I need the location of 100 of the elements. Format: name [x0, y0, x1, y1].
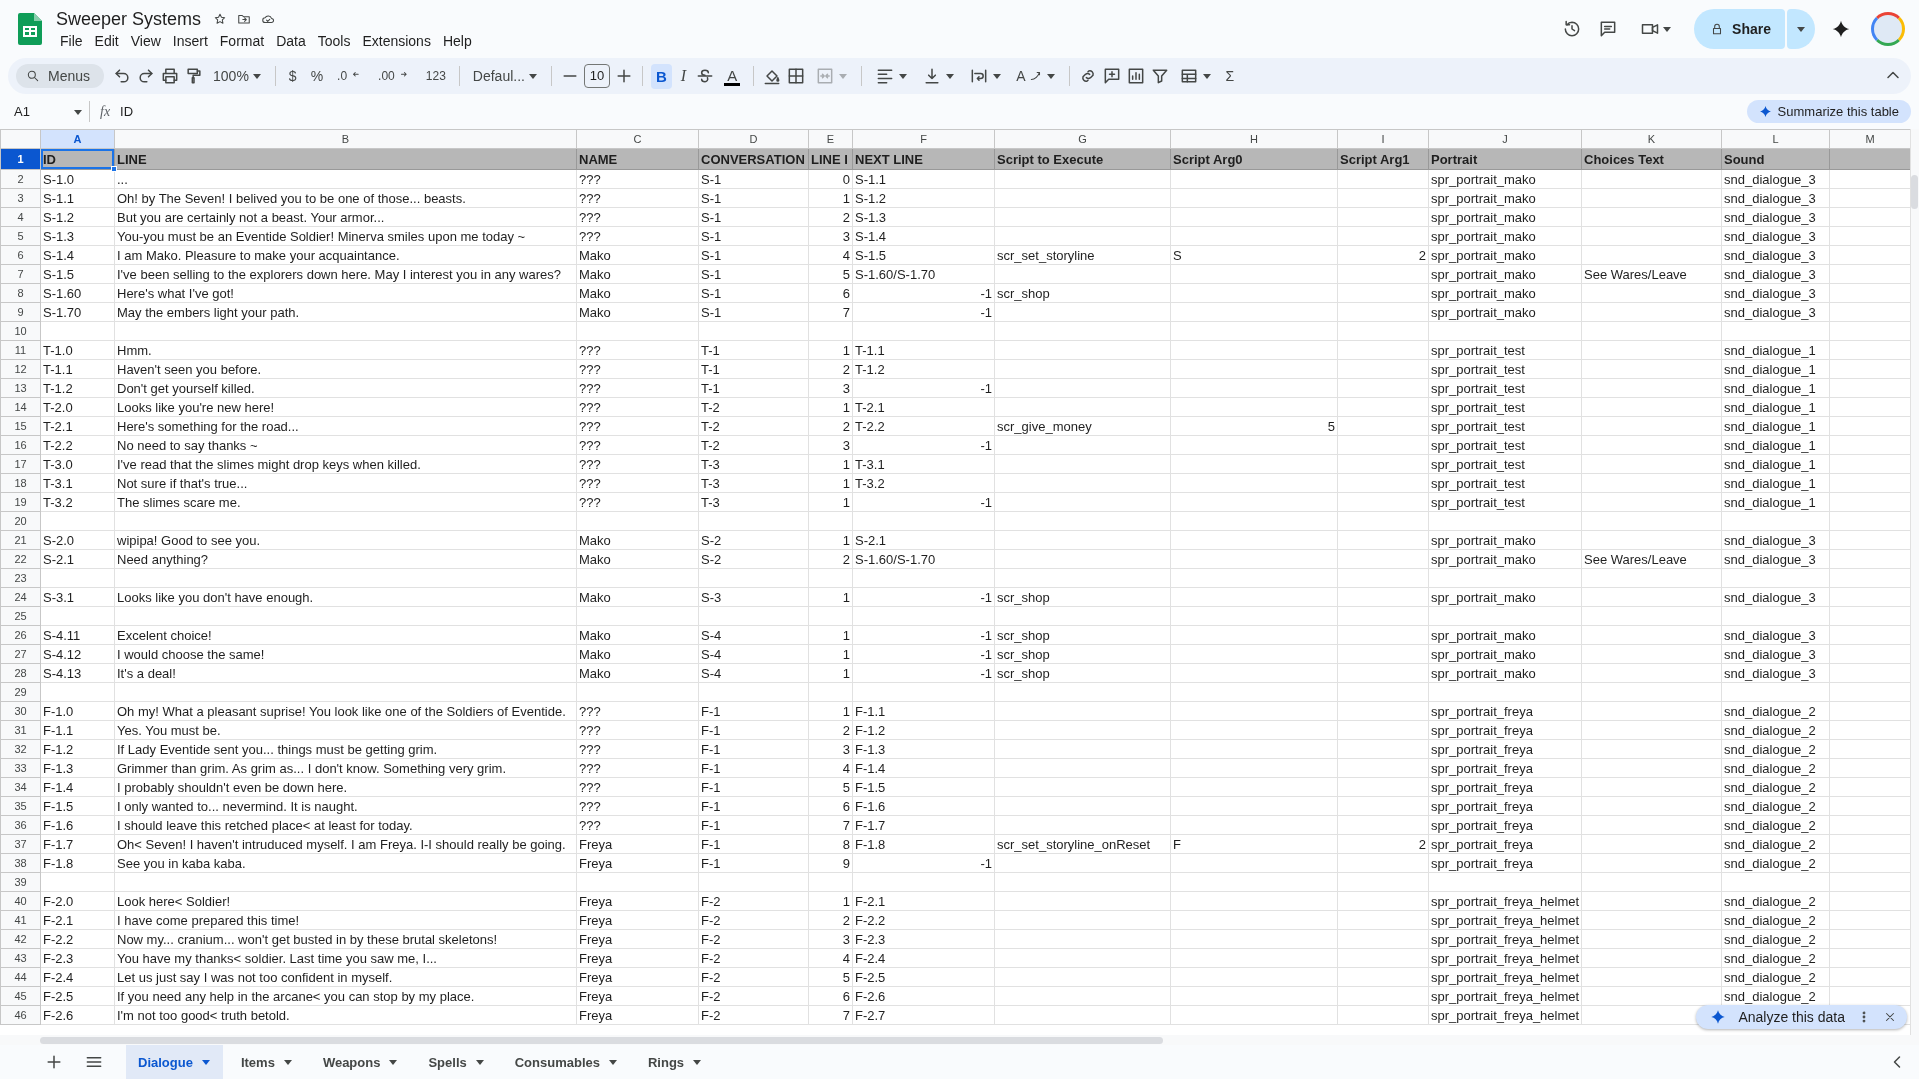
function-label: fx	[99, 103, 112, 120]
spreadsheet-logo[interactable]	[18, 13, 42, 45]
column-header[interactable]: A	[40, 129, 115, 149]
table-cell: Freya	[576, 910, 699, 930]
decrease-decimal-button[interactable]: .0	[332, 65, 370, 87]
menu-item[interactable]: Tools	[311, 31, 357, 50]
table-cell: T-2.1	[40, 416, 115, 436]
name-box[interactable]: A1	[8, 101, 90, 122]
percent-button[interactable]: %	[305, 64, 329, 88]
fill-handle[interactable]	[111, 166, 117, 172]
italic-button[interactable]: I	[675, 63, 692, 89]
scrollbar-thumb[interactable]	[40, 1036, 1163, 1044]
menu-item[interactable]: Help	[436, 31, 478, 50]
table-cell: ???	[576, 188, 699, 208]
table-cell: S-1.60	[40, 283, 115, 303]
table-cell: S-4	[698, 644, 809, 664]
table-cell: S-1	[698, 283, 809, 303]
scrollbar-thumb[interactable]	[1911, 175, 1918, 209]
star-icon[interactable]	[213, 12, 228, 26]
column-header[interactable]: G	[994, 129, 1171, 149]
sheet-tab[interactable]: Consumables	[502, 1045, 630, 1079]
menu-item[interactable]: File	[54, 31, 89, 50]
caret-icon	[474, 1057, 485, 1067]
column-header[interactable]: L	[1721, 129, 1830, 149]
table-cell: -1	[852, 587, 995, 607]
sheet-tab[interactable]: Rings	[636, 1045, 715, 1079]
analyze-data-button[interactable]: Analyze this data	[1696, 1005, 1907, 1029]
column-header[interactable]: J	[1428, 129, 1582, 149]
functions-button[interactable]: Σ	[1220, 64, 1240, 88]
table-cell: spr_portrait_mako	[1428, 207, 1582, 227]
table-cell: T-2	[698, 416, 809, 436]
table-cell: F-2.1	[40, 910, 115, 930]
formula-input[interactable]: ID	[120, 104, 1741, 119]
menu-item[interactable]: View	[124, 31, 167, 50]
table-cell: Mako	[576, 587, 699, 607]
sheet-tab[interactable]: Items	[228, 1045, 305, 1079]
zoom-dropdown[interactable]: 100%	[208, 64, 267, 88]
cloud-icon[interactable]	[261, 12, 276, 26]
caret-icon	[200, 1057, 211, 1067]
table-cell: S-1.4	[40, 245, 115, 265]
column-header[interactable]: K	[1581, 129, 1722, 149]
table-cell: Look here< Soldier!	[114, 891, 577, 911]
document-title[interactable]: Sweeper Systems	[54, 8, 204, 30]
table-cell: F-2.1	[852, 891, 995, 911]
avatar[interactable]	[1871, 12, 1905, 46]
table-cell: 5	[808, 967, 853, 987]
sparkle-icon	[1758, 105, 1772, 118]
column-header[interactable]: E	[808, 129, 853, 149]
bold-button[interactable]: B	[650, 63, 672, 89]
table-cell: scr_set_storyline	[994, 245, 1171, 265]
table-cell: spr_portrait_freya	[1428, 777, 1582, 797]
table-cell: F-1.7	[40, 834, 115, 854]
table-cell: scr_give_money	[994, 416, 1171, 436]
menu-item[interactable]: Format	[213, 31, 271, 50]
column-header[interactable]: I	[1337, 129, 1429, 149]
table-cell: 1	[808, 188, 853, 208]
menu-item[interactable]: Insert	[166, 31, 214, 50]
column-header[interactable]: M	[1829, 129, 1910, 149]
menu-item[interactable]: Data	[270, 31, 312, 50]
caret-icon	[1796, 24, 1806, 34]
table-cell: F-1	[698, 720, 809, 740]
search-menus-field[interactable]: Menus	[16, 64, 105, 88]
close-icon[interactable]	[1883, 1010, 1897, 1024]
currency-button[interactable]: $	[283, 64, 302, 88]
column-header[interactable]: C	[576, 129, 699, 149]
sheet-tab[interactable]: Dialogue	[126, 1045, 223, 1079]
table-cell: F-2.3	[852, 929, 995, 949]
table-cell: F-1	[698, 815, 809, 835]
table-cell: If Lady Eventide sent you... things must be getting grim.	[114, 739, 577, 759]
font-size-field[interactable]: 10	[583, 64, 610, 88]
menu-item[interactable]: Edit	[88, 31, 125, 50]
text-color-button[interactable]: A	[724, 66, 741, 86]
caret-icon	[898, 71, 909, 81]
column-header[interactable]: H	[1170, 129, 1338, 149]
column-header[interactable]: D	[698, 129, 809, 149]
table-cell: spr_portrait_mako	[1428, 530, 1582, 550]
table-cell: F-2.5	[852, 967, 995, 987]
column-header[interactable]: B	[114, 129, 577, 149]
font-dropdown[interactable]: Defaul...	[467, 64, 543, 88]
table-cell: T-3.1	[40, 473, 115, 493]
menu-item[interactable]: Extensions	[356, 31, 437, 50]
column-header[interactable]: F	[852, 129, 995, 149]
share-button[interactable]: Share	[1694, 9, 1785, 49]
table-cell: F-1	[698, 777, 809, 797]
table-cell: I should leave this retched place< at least for today.	[114, 815, 577, 835]
sheet-tab[interactable]: Spells	[416, 1045, 497, 1079]
rotate-dropdown[interactable]: A	[1011, 64, 1061, 88]
number-format-button[interactable]: 123	[420, 65, 451, 87]
sheet-tab[interactable]: Weapons	[310, 1045, 411, 1079]
table-cell: ???	[576, 701, 699, 721]
table-cell: F-1.2	[40, 739, 115, 759]
table-cell: S-1.0	[40, 169, 115, 189]
table-cell: T-3	[698, 454, 809, 474]
increase-decimal-button[interactable]: .00	[373, 65, 417, 87]
search-icon	[26, 69, 40, 83]
summarize-table-button[interactable]: Summarize this table	[1746, 100, 1911, 123]
folder-icon[interactable]	[237, 12, 252, 26]
row-header[interactable]: 1	[0, 148, 41, 170]
table-cell: T-2.1	[852, 397, 995, 417]
table-cell: T-1.2	[40, 378, 115, 398]
